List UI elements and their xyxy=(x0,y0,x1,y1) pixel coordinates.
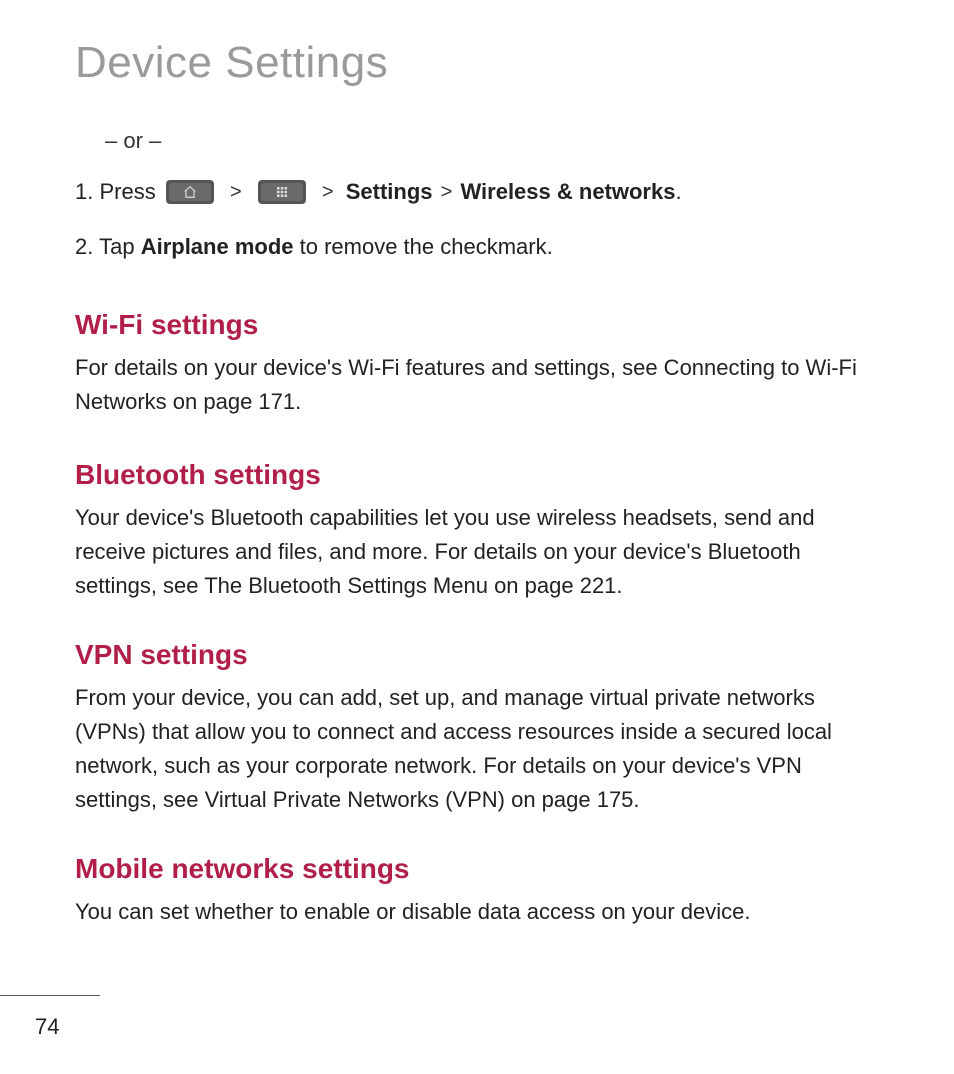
bluetooth-heading: Bluetooth settings xyxy=(75,459,879,491)
manual-page: Device Settings – or – 1. Press > > Sett… xyxy=(0,0,954,1074)
vpn-heading: VPN settings xyxy=(75,639,879,671)
step-1: 1. Press > > Settings > Wireless & netwo… xyxy=(75,176,879,209)
apps-button-icon xyxy=(258,180,306,204)
page-title: Device Settings xyxy=(75,38,879,88)
step-2-suffix: to remove the checkmark. xyxy=(300,234,553,259)
chevron-1: > xyxy=(230,178,242,207)
step-1-settings: Settings xyxy=(346,179,433,204)
bluetooth-body: Your device's Bluetooth capabilities let… xyxy=(75,501,879,603)
step-1-prefix: Press xyxy=(99,179,155,204)
step-2-number: 2. xyxy=(75,234,93,259)
step-2: 2. Tap Airplane mode to remove the check… xyxy=(75,231,879,263)
or-separator: – or – xyxy=(105,128,879,154)
page-number: 74 xyxy=(35,1014,59,1040)
step-2-bold: Airplane mode xyxy=(141,234,294,259)
mobile-heading: Mobile networks settings xyxy=(75,853,879,885)
mobile-body: You can set whether to enable or disable… xyxy=(75,895,879,929)
step-1-number: 1. xyxy=(75,179,93,204)
step-2-prefix: Tap xyxy=(99,234,134,259)
chevron-2: > xyxy=(322,178,334,207)
home-button-icon xyxy=(166,180,214,204)
wifi-body: For details on your device's Wi-Fi featu… xyxy=(75,351,879,419)
wifi-heading: Wi-Fi settings xyxy=(75,309,879,341)
vpn-body: From your device, you can add, set up, a… xyxy=(75,681,879,817)
step-1-period: . xyxy=(675,179,681,204)
footer-rule xyxy=(0,995,100,996)
chevron-3: > xyxy=(441,178,453,207)
step-1-wireless: Wireless & networks xyxy=(460,179,675,204)
